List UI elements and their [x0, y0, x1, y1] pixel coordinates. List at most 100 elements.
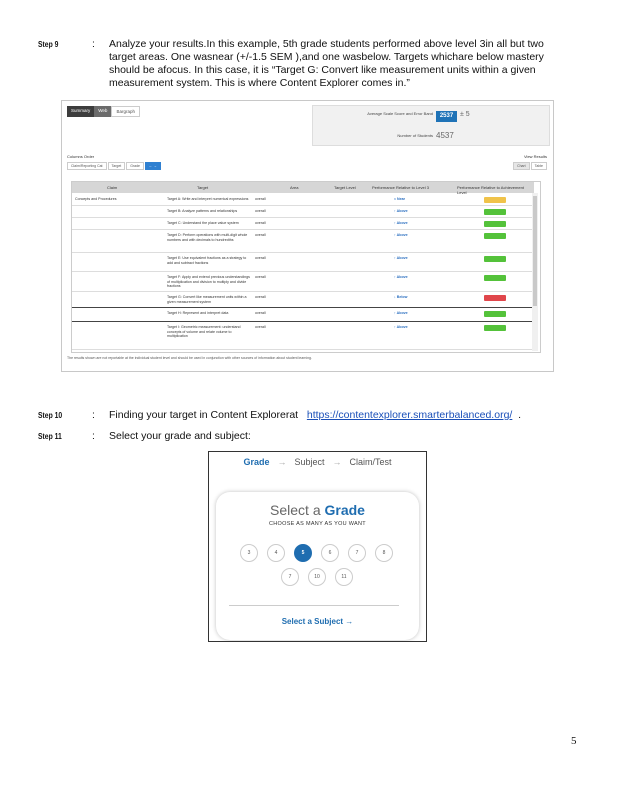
row-target: Target F: Apply and extend previous unde… — [167, 275, 250, 288]
row-area: overall — [255, 256, 266, 260]
table-row[interactable]: Target B: Analyze patterns and relations… — [72, 206, 534, 218]
step-9-line-1: Analyze your results.In this example, 5t… — [109, 38, 544, 50]
table-row[interactable]: Target E: Use equivalent fractions as a … — [72, 253, 534, 272]
report-footnote: The results shown are not reportable at … — [67, 356, 312, 360]
table-row[interactable]: Target C: Understand the place value sys… — [72, 218, 534, 230]
card-divider — [229, 605, 399, 606]
arrows-icon[interactable]: ← → — [144, 162, 161, 170]
row-level3: ↑ Above — [394, 311, 408, 315]
col-level3[interactable]: Performance Relative to Level 3 — [372, 185, 452, 190]
row-level3: ↑ Above — [394, 209, 408, 213]
tab-web[interactable]: Web — [94, 106, 112, 117]
scale-score-value: 2537 — [436, 111, 457, 122]
row-level3: ↑ Above — [394, 233, 408, 237]
table-header: Claim Target Area Performance Relative t… — [72, 182, 534, 195]
table-row[interactable]: Concepts and Procedures Target A: Write a… — [72, 194, 534, 206]
grade-option[interactable]: 11 — [335, 568, 353, 586]
row-level3: ≈ Near — [394, 197, 405, 201]
crumb-grade[interactable]: Grade — [243, 457, 269, 467]
step-11-label: Step 11 — [38, 432, 62, 441]
page-number: 5 — [571, 735, 577, 747]
row-level3: ↑ Above — [394, 221, 408, 225]
view-tabs: Summary Web Bargraph — [67, 106, 140, 117]
crumb-claim-test[interactable]: Claim/Test — [350, 457, 392, 467]
grade-option[interactable]: 3 — [240, 544, 258, 562]
crumb-subject[interactable]: Subject — [294, 457, 324, 467]
grade-option[interactable]: 4 — [267, 544, 285, 562]
card-subtitle: CHOOSE AS MANY AS YOU WANT — [269, 521, 366, 527]
status-badge — [484, 209, 506, 215]
row-area: overall — [255, 275, 266, 279]
grade-option[interactable]: 10 — [308, 568, 326, 586]
chart-button[interactable]: Chart — [513, 162, 530, 170]
grade-option[interactable]: 7 — [348, 544, 366, 562]
card-title-bold: Grade — [324, 502, 365, 518]
arrow-right-icon: → — [277, 457, 287, 467]
students-label: Number of Students — [397, 133, 433, 138]
status-badge — [484, 311, 506, 317]
grade-selection-card: Select a Grade CHOOSE AS MANY AS YOU WAN… — [216, 492, 419, 640]
grade-option[interactable]: 5 — [294, 544, 312, 562]
columns-order-label: Columns Order — [67, 154, 95, 159]
wizard-breadcrumb: Grade → Subject → Claim/Test — [209, 457, 426, 467]
step-11-text: Select your grade and subject: — [109, 430, 251, 442]
status-badge — [484, 325, 506, 331]
row-level3: ↑ Above — [394, 325, 408, 329]
col-area[interactable]: Area — [290, 185, 298, 190]
table-row[interactable]: Target D: Perform operations with multi-… — [72, 230, 534, 253]
step-9-line-2: target areas. One wasnear (+/-1.5 SEM ),… — [109, 51, 544, 63]
order-grade-button[interactable]: Grade — [126, 162, 144, 170]
row-target: Target G: Convert like measurement units… — [167, 295, 247, 304]
content-explorer-link[interactable]: https://contentexplorer.smarterbalanced.… — [307, 409, 512, 421]
row-level3: ↓ Below — [394, 295, 408, 299]
order-claim-button[interactable]: Claim/Reporting Cat — [67, 162, 107, 170]
grade-option[interactable]: 6 — [321, 544, 339, 562]
row-area: overall — [255, 197, 266, 201]
order-target-button[interactable]: Target — [107, 162, 126, 170]
select-subject-button[interactable]: Select a Subject → — [216, 617, 419, 626]
status-badge — [484, 197, 506, 203]
row-area: overall — [255, 221, 266, 225]
table-row[interactable]: Target H: Represent and interpret data ov… — [72, 308, 534, 322]
row-target: Target A: Write and interpret numerical … — [167, 197, 249, 201]
scale-score-sem: ± 5 — [460, 111, 470, 118]
columns-order-controls: Claim/Reporting Cat Target Grade ← → — [67, 162, 161, 170]
row-target: Target D: Perform operations with multi-… — [167, 233, 248, 242]
table-row[interactable]: Target I: Geometric measurement: underst… — [72, 322, 534, 350]
step-10-colon: : — [92, 409, 95, 421]
row-area: overall — [255, 233, 266, 237]
status-badge — [484, 221, 506, 227]
table-row[interactable]: Target F: Apply and extend previous unde… — [72, 272, 534, 292]
scale-score-label: Average Scale Score and Error Band — [367, 111, 433, 116]
step-9-line-4: measurement system. This is where Conten… — [109, 77, 410, 89]
tab-summary[interactable]: Summary — [67, 106, 95, 117]
status-badge — [484, 233, 506, 239]
row-level3: ↑ Above — [394, 275, 408, 279]
card-title: Select a Grade — [216, 502, 419, 518]
row-level3: ↑ Above — [394, 256, 408, 260]
select-grade-screenshot: Grade → Subject → Claim/Test Select a Gr… — [208, 451, 427, 642]
status-badge — [484, 295, 506, 301]
target-results-table: Claim Target Area Performance Relative t… — [71, 181, 541, 353]
step-10-text: Finding your target in Content Explorera… — [109, 409, 587, 422]
students-value: 4537 — [436, 131, 454, 140]
table-scroll-thumb[interactable] — [533, 196, 537, 306]
col-claim[interactable]: Claim — [107, 185, 117, 190]
row-target: Target E: Use equivalent fractions as a … — [167, 256, 247, 265]
table-button[interactable]: Table — [530, 162, 547, 170]
status-badge — [484, 256, 506, 262]
row-area: overall — [255, 311, 266, 315]
step-10: Step 10 : Finding your target in Content… — [0, 409, 618, 423]
step-10-description: Finding your target in Content Explorera… — [109, 409, 299, 421]
tab-bargraph[interactable]: Bargraph — [111, 106, 140, 117]
col-target[interactable]: Target — [197, 185, 208, 190]
row-area: overall — [255, 209, 266, 213]
col-target-level[interactable]: Target Level — [334, 185, 368, 190]
step-10-label: Step 10 — [38, 411, 63, 420]
row-target: Target I: Geometric measurement: underst… — [167, 325, 241, 338]
step-9-colon: : — [92, 38, 95, 50]
grade-option[interactable]: 8 — [375, 544, 393, 562]
table-row[interactable]: Target G: Convert like measurement units… — [72, 292, 534, 308]
grade-option[interactable]: 7 — [281, 568, 299, 586]
step-11: Step 11 : Select your grade and subject: — [0, 430, 618, 444]
